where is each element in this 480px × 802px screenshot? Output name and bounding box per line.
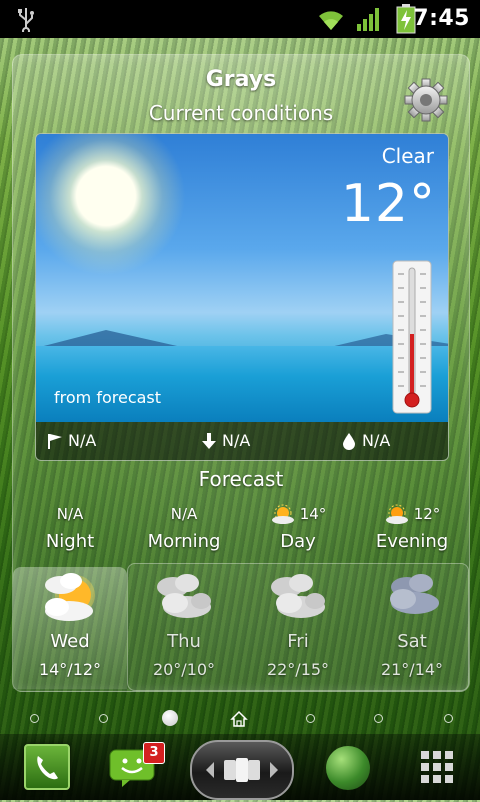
- flag-icon: [48, 433, 62, 449]
- wind-speed-value: N/A: [222, 431, 251, 450]
- weather-widget[interactable]: Grays Current conditions Clear 12° from …: [12, 54, 470, 692]
- period-day: 14° Day: [241, 503, 355, 552]
- page-dot[interactable]: [306, 714, 315, 723]
- current-stats-bar: N/A N/A N/A: [36, 422, 448, 460]
- page-dot[interactable]: [30, 714, 39, 723]
- signal-icon: [357, 8, 379, 31]
- period-name: Day: [280, 531, 316, 552]
- humidity-stat: N/A: [340, 431, 390, 450]
- period-morning: N/A Morning: [127, 503, 241, 552]
- day-temps: 21°/14°: [380, 660, 444, 679]
- day-name: Thu: [167, 631, 201, 652]
- arrow-down-icon: [202, 432, 216, 449]
- period-value: 12°: [413, 505, 441, 523]
- home-icon[interactable]: [230, 710, 248, 728]
- period-value: N/A: [56, 505, 84, 523]
- wind-direction-value: N/A: [68, 431, 97, 450]
- forecast-title: Forecast: [198, 467, 284, 491]
- humidity-value: N/A: [362, 431, 391, 450]
- sun-cloud-icon: [271, 504, 294, 524]
- status-bar: 7:45: [0, 0, 480, 38]
- from-forecast-label: from forecast: [54, 388, 162, 407]
- current-conditions-panel[interactable]: Clear 12° from forecast N/A N/A N/A: [35, 133, 449, 461]
- dark-clouds-icon: [390, 574, 439, 614]
- phone-icon[interactable]: [24, 744, 70, 790]
- day-temps: 14°/12°: [38, 660, 102, 679]
- sun-cloud-icon: [385, 504, 408, 524]
- condition-text: Clear: [381, 144, 434, 168]
- period-evening: 12° Evening: [355, 503, 469, 552]
- period-night: N/A Night: [13, 503, 127, 552]
- day-wed[interactable]: Wed 14°/12°: [13, 567, 127, 689]
- browser-globe-icon[interactable]: [326, 746, 370, 790]
- clock: 7:45: [413, 6, 470, 31]
- sun-cloud-icon: [45, 573, 95, 621]
- period-name: Night: [45, 531, 95, 552]
- message-count-badge: 3: [143, 742, 165, 764]
- day-fri[interactable]: Fri 22°/15°: [241, 567, 355, 679]
- period-name: Morning: [147, 531, 221, 552]
- dock: 3: [0, 734, 480, 800]
- period-name: Evening: [375, 531, 449, 552]
- wifi-icon: [319, 11, 343, 30]
- page-dot[interactable]: [99, 714, 108, 723]
- day-temps: 22°/15°: [266, 660, 330, 679]
- day-name: Sat: [397, 631, 427, 652]
- sea-background: [36, 346, 448, 422]
- page-dot[interactable]: [444, 714, 453, 723]
- period-value: 14°: [299, 505, 327, 523]
- launcher-button[interactable]: [190, 740, 294, 800]
- clouds-icon: [157, 574, 211, 618]
- page-indicator[interactable]: [0, 704, 480, 732]
- city-name: Grays: [205, 67, 277, 92]
- wind-direction-stat: N/A: [46, 431, 96, 450]
- water-drop-icon: [343, 432, 355, 450]
- current-conditions-label: Current conditions: [148, 101, 334, 125]
- usb-icon: [18, 8, 34, 32]
- page-dot[interactable]: [374, 714, 383, 723]
- day-sat[interactable]: Sat 21°/14°: [355, 567, 469, 679]
- app-drawer-icon[interactable]: [420, 750, 454, 784]
- current-temperature: 12°: [340, 174, 436, 234]
- day-temps: 20°/10°: [152, 660, 216, 679]
- clouds-icon: [271, 574, 325, 618]
- day-name: Fri: [287, 631, 309, 652]
- wind-speed-stat: N/A: [200, 431, 250, 450]
- day-name: Wed: [50, 631, 90, 652]
- period-value: N/A: [170, 505, 198, 523]
- day-thu[interactable]: Thu 20°/10°: [127, 567, 241, 679]
- settings-gear-icon[interactable]: [403, 77, 449, 123]
- page-dot-active[interactable]: [162, 710, 178, 726]
- thermometer-icon: [392, 260, 432, 414]
